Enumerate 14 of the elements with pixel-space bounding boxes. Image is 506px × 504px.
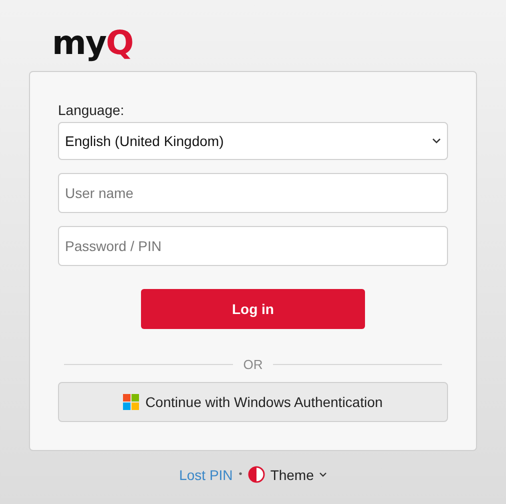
half-circle-icon <box>248 466 266 483</box>
theme-button[interactable]: Theme <box>248 466 327 483</box>
chevron-down-icon <box>318 472 327 477</box>
or-separator: OR <box>243 357 263 372</box>
password-field[interactable]: Password / PIN <box>58 226 448 266</box>
language-select[interactable]: English (United Kingdom) <box>58 122 448 160</box>
username-field[interactable]: User name <box>58 173 448 213</box>
bullet: • <box>238 469 242 480</box>
login-button[interactable]: Log in <box>141 289 365 329</box>
logo: myQ <box>52 26 133 64</box>
language-label: Language: <box>58 102 126 118</box>
windows-logo-icon <box>123 394 140 410</box>
chevron-down-icon <box>432 138 441 144</box>
windows-auth-button[interactable]: Continue with Windows Authentication <box>58 382 448 422</box>
